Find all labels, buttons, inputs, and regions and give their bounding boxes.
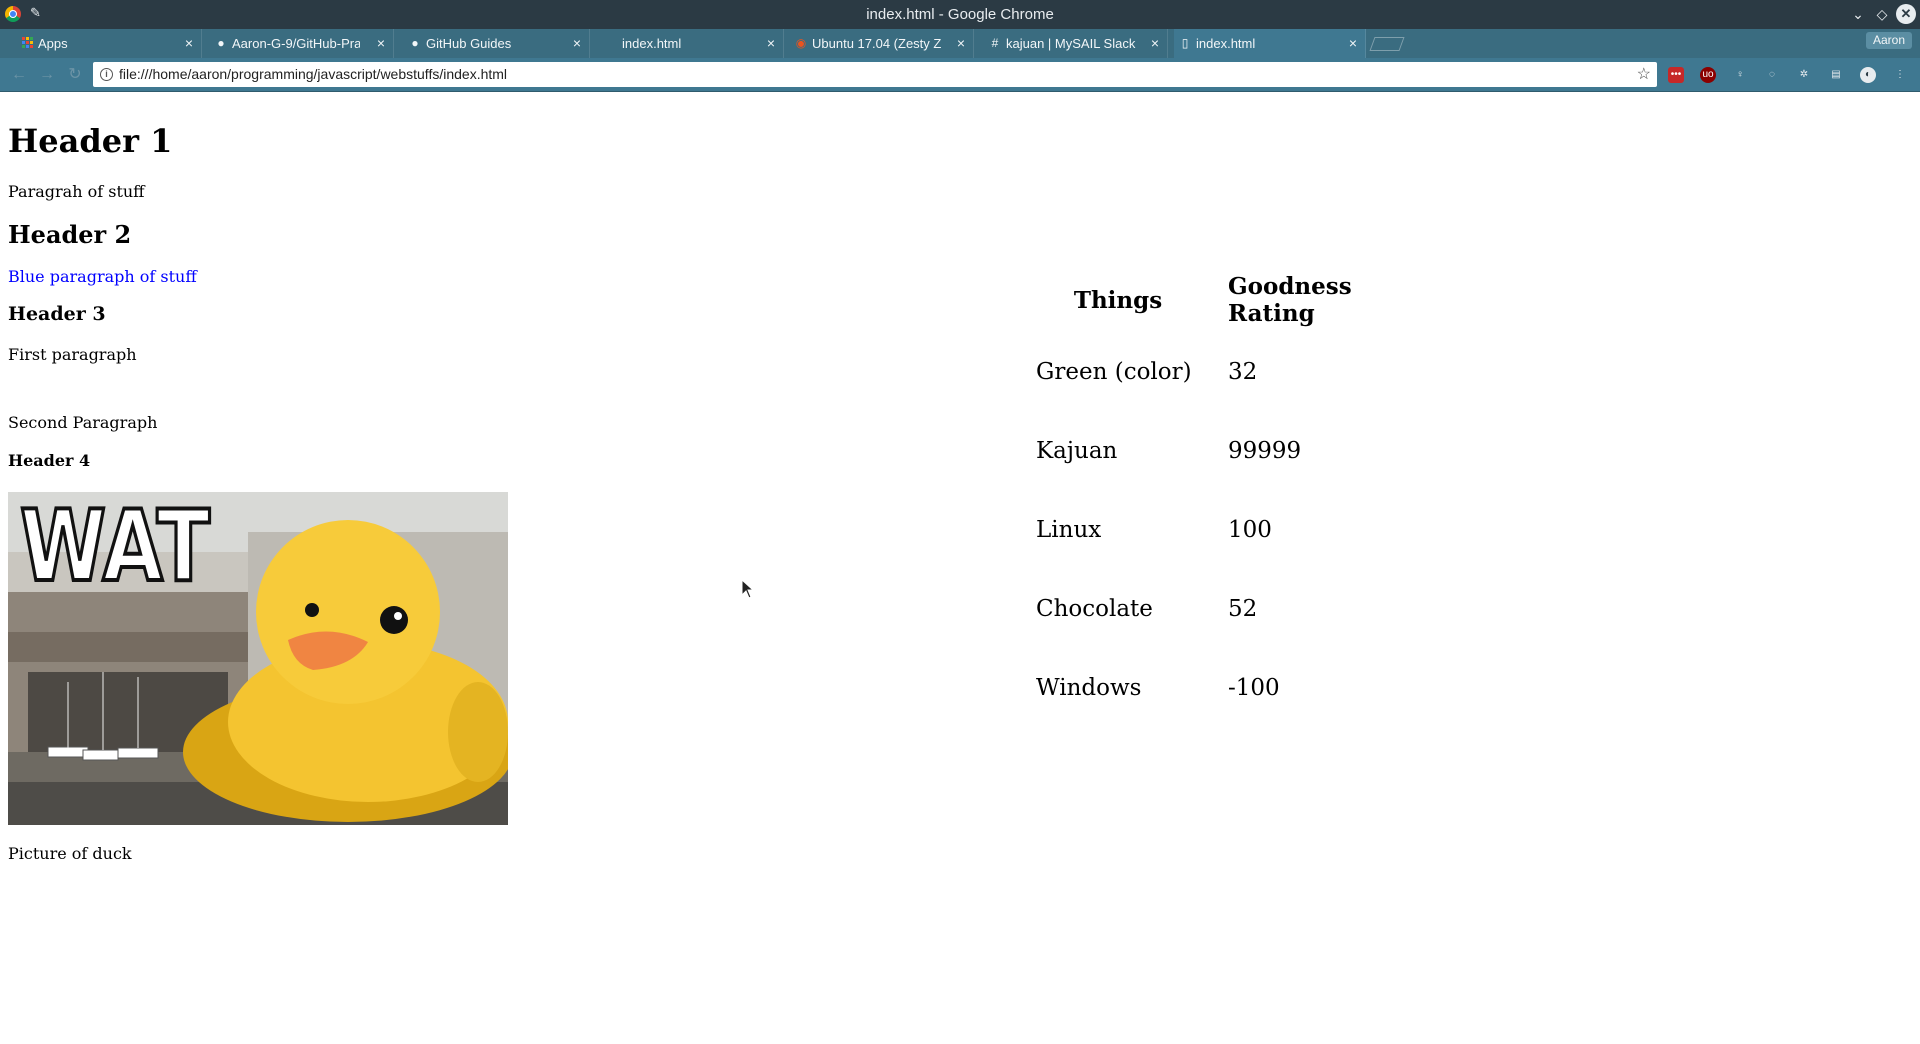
tab-label: Aaron-G-9/GitHub-Pra [232, 36, 360, 51]
url-text[interactable]: file:///home/aaron/programming/javascrip… [119, 66, 507, 82]
ubuntu-icon: ◉ [795, 36, 807, 50]
maximize-icon[interactable]: ◇ [1872, 4, 1892, 24]
tab-index-html-active[interactable]: ▯ index.html × [1174, 29, 1366, 58]
tab-label: index.html [1196, 36, 1256, 51]
address-bar[interactable]: i file:///home/aaron/programming/javascr… [93, 62, 1657, 87]
bookmark-star-icon[interactable]: ☆ [1637, 64, 1651, 84]
tab-index-html[interactable]: index.html × [600, 29, 784, 58]
tab-apps[interactable]: Apps × [16, 29, 202, 58]
paragraph-1: Paragrah of stuff [8, 182, 145, 201]
tab-close-icon[interactable]: × [1349, 35, 1357, 51]
header-3: Header 3 [8, 303, 106, 325]
header-2: Header 2 [8, 220, 132, 249]
tab-close-icon[interactable]: × [957, 35, 965, 51]
rating-cell: 52 [1228, 595, 1258, 622]
profile-button[interactable]: Aaron [1866, 32, 1913, 49]
bulb-icon[interactable]: ♀ [1732, 67, 1748, 83]
column-header-things: Things [1073, 286, 1163, 314]
tab-github-guides[interactable]: ● GitHub Guides × [404, 29, 590, 58]
thing-cell: Kajuan [1036, 437, 1118, 464]
header-4: Header 4 [8, 451, 91, 470]
paragraph-blue: Blue paragraph of stuff [8, 267, 197, 286]
forward-icon[interactable]: → [38, 66, 56, 84]
image-caption: Picture of duck [8, 844, 132, 863]
github-icon: ● [411, 36, 419, 50]
table-row: Chocolate 52 [1032, 569, 1392, 648]
header-1: Header 1 [8, 122, 173, 160]
tab-label: GitHub Guides [426, 36, 512, 51]
page-icon [604, 36, 618, 50]
tab-close-icon[interactable]: × [573, 35, 581, 51]
window-title: index.html - Google Chrome [866, 6, 1054, 23]
table-row: Windows -100 [1032, 648, 1392, 727]
github-icon: ● [217, 36, 225, 50]
minimize-icon[interactable]: ⌄ [1848, 4, 1868, 24]
tab-github-repo[interactable]: ● Aaron-G-9/GitHub-Pra × [210, 29, 394, 58]
account-icon[interactable]: ◐ [1860, 67, 1876, 83]
rating-cell: 99999 [1228, 437, 1302, 464]
tab-strip: Apps × ● Aaron-G-9/GitHub-Pra × ● GitHub… [0, 29, 1920, 58]
thing-cell: Windows [1036, 674, 1142, 701]
react-icon[interactable]: ✲ [1796, 67, 1812, 83]
tab-close-icon[interactable]: × [377, 35, 385, 51]
new-tab-button[interactable] [1369, 37, 1405, 51]
thing-cell: Chocolate [1036, 595, 1153, 622]
column-header-rating: Goodness Rating [1228, 273, 1352, 327]
thing-cell: Green (color) [1036, 358, 1192, 385]
close-window-icon[interactable]: ✕ [1896, 4, 1916, 24]
apps-grid-icon [22, 37, 33, 48]
page-icon: ▯ [1181, 36, 1189, 50]
thing-cell: Linux [1036, 516, 1102, 543]
tab-ubuntu[interactable]: ◉ Ubuntu 17.04 (Zesty Z × [790, 29, 974, 58]
table-row: Green (color) 32 [1032, 332, 1392, 411]
table-row: Linux 100 [1032, 490, 1392, 569]
reload-icon[interactable]: ↻ [66, 66, 84, 84]
duck-image: WAT [8, 492, 508, 825]
rating-cell: 32 [1228, 358, 1258, 385]
table-header-row: Things Goodness Rating [1032, 268, 1392, 332]
info-icon[interactable]: i [100, 68, 113, 81]
tab-slack[interactable]: # kajuan | MySAIL Slack × [984, 29, 1168, 58]
tab-close-icon[interactable]: × [1151, 35, 1159, 51]
lightbulb-icon[interactable]: ◌ [1764, 67, 1780, 83]
paragraph-first: First paragraph [8, 345, 137, 364]
lastpass-icon[interactable]: ••• [1668, 67, 1684, 83]
tab-close-icon[interactable]: × [767, 35, 775, 51]
tab-label: Apps [38, 36, 68, 51]
tab-close-icon[interactable]: × [185, 35, 193, 51]
ublock-icon[interactable]: uo [1700, 67, 1716, 83]
duck-image-overlay-text: WAT [20, 492, 210, 604]
back-icon[interactable]: ← [10, 66, 28, 84]
rating-cell: -100 [1228, 674, 1280, 701]
mouse-cursor-icon [741, 579, 755, 599]
table-row: Kajuan 99999 [1032, 411, 1392, 490]
menu-icon[interactable]: ⋮ [1892, 67, 1908, 83]
tab-label: kajuan | MySAIL Slack [1006, 36, 1136, 51]
page-content: Header 1 Paragrah of stuff Header 2 Blue… [0, 92, 1920, 1044]
paragraph-second: Second Paragraph [8, 413, 158, 432]
reader-icon[interactable]: ▤ [1828, 67, 1844, 83]
goodness-table: Things Goodness Rating Green (color) 32 … [1024, 268, 1400, 727]
rating-cell: 100 [1228, 516, 1272, 543]
window-titlebar: ✎ index.html - Google Chrome ⌄ ◇ ✕ [0, 0, 1920, 29]
tab-label: index.html [622, 36, 682, 51]
browser-toolbar: ← → ↻ i file:///home/aaron/programming/j… [0, 58, 1920, 92]
slack-icon: # [991, 36, 999, 50]
tab-label: Ubuntu 17.04 (Zesty Z [812, 36, 942, 51]
